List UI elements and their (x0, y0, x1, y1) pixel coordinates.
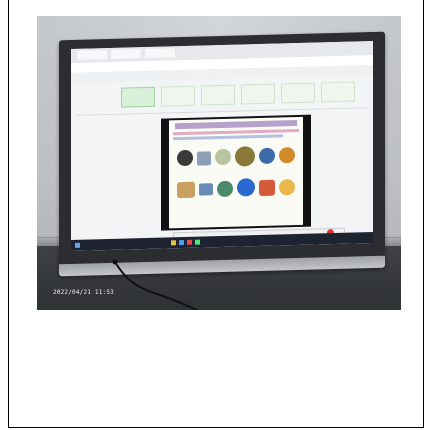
photo: 2022/04/21 11:53 (37, 16, 401, 310)
image-frame: 2022/04/21 11:53 (8, 0, 424, 428)
power-cable (112, 259, 198, 310)
photo-timestamp: 2022/04/21 11:53 (53, 289, 114, 296)
